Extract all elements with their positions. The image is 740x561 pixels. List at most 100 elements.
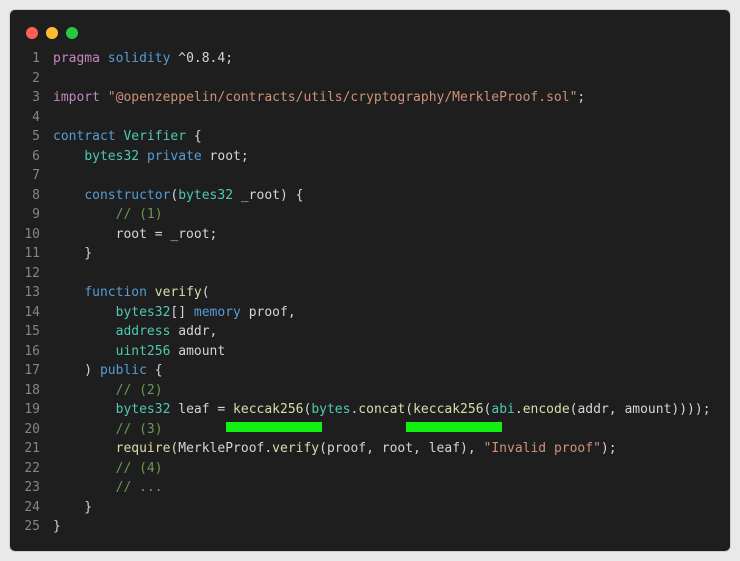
code-line: 21 require(MerkleProof.verify(proof, roo…: [10, 439, 730, 459]
code-token: _root) {: [233, 187, 304, 203]
code-text: address addr,: [53, 322, 218, 342]
code-text: // (1): [53, 205, 163, 225]
code-line: 4: [10, 108, 730, 128]
code-token: // (2): [115, 382, 163, 398]
code-window: 1 pragma solidity ^0.8.4; 2 3 import "@openz…: [10, 10, 730, 551]
code-token: addr,: [170, 324, 218, 339]
code-line: 12: [10, 264, 730, 284]
code-token: (: [405, 402, 414, 417]
code-token: bytes32: [178, 187, 234, 203]
line-number: 24: [24, 499, 40, 515]
code-text: // (4): [53, 459, 163, 479]
code-text: }: [53, 244, 92, 264]
code-line: 11 }: [10, 244, 730, 264]
code-token: memory: [193, 304, 241, 320]
line-number: 17: [24, 363, 40, 378]
code-token: }: [53, 519, 61, 534]
code-token: bytes: [311, 402, 351, 417]
window-controls: [26, 27, 78, 39]
code-token: address: [115, 324, 171, 339]
code-text: function verify(: [53, 283, 210, 303]
line-number: 13: [24, 285, 40, 300]
code-line: 18 // (2): [10, 381, 730, 401]
code-token: function: [84, 285, 147, 300]
line-number: 3: [32, 90, 40, 105]
code-text: // (3): [53, 420, 163, 440]
code-token: constructor: [84, 187, 171, 203]
line-number: 14: [24, 304, 40, 320]
code-text: // ...: [53, 478, 163, 498]
code-token: contract: [53, 129, 116, 144]
line-number: 2: [32, 70, 40, 86]
code-token: solidity: [107, 51, 171, 66]
code-editor[interactable]: 1 pragma solidity ^0.8.4; 2 3 import "@openz…: [10, 49, 730, 537]
code-text: uint256 amount: [53, 342, 226, 362]
line-number: 7: [32, 168, 40, 183]
highlight-marker: [226, 421, 323, 432]
close-button[interactable]: [26, 27, 38, 39]
code-token: bytes32: [84, 148, 140, 164]
code-line: 20 // (3): [10, 420, 730, 440]
minimize-button[interactable]: [46, 27, 58, 39]
line-number: 20: [24, 421, 40, 437]
code-line: 7: [10, 166, 730, 186]
line-number: 15: [24, 324, 40, 339]
code-line: 6 bytes32 private root;: [10, 147, 730, 167]
code-token: leaf =: [170, 402, 234, 417]
code-line: 14 bytes32[] memory proof,: [10, 303, 730, 323]
code-line: 10 root = _root;: [10, 225, 730, 245]
code-token: import: [53, 90, 100, 105]
code-text: bytes32 leaf = keccak256(bytes.concat(ke…: [53, 400, 711, 420]
code-token: root = _root;: [53, 226, 218, 242]
line-number: 5: [32, 129, 40, 144]
zoom-button[interactable]: [66, 27, 78, 39]
code-token: root;: [201, 148, 249, 164]
code-line: 15 address addr,: [10, 322, 730, 342]
code-line: 9 // (1): [10, 205, 730, 225]
code-token: "Invalid proof": [483, 441, 601, 456]
code-token: Verifier: [123, 129, 187, 144]
code-token: verify: [154, 285, 202, 300]
code-token: bytes32: [115, 402, 171, 417]
code-token: keccak256: [233, 402, 304, 417]
code-token: {: [186, 129, 202, 144]
code-token: abi: [491, 402, 515, 417]
code-line: 5 contract Verifier {: [10, 127, 730, 147]
line-number: 6: [32, 148, 40, 164]
line-number: 18: [24, 382, 40, 398]
code-token: );: [600, 441, 617, 456]
code-token: uint256: [115, 343, 171, 359]
code-token: // (3): [115, 421, 163, 437]
code-token: "@openzeppelin/contracts/utils/cryptogra…: [107, 90, 578, 105]
code-line: 2: [10, 69, 730, 89]
code-text: import "@openzeppelin/contracts/utils/cr…: [53, 88, 585, 108]
code-line: 3 import "@openzeppelin/contracts/utils/c…: [10, 88, 730, 108]
line-number: 19: [24, 402, 40, 417]
code-token: // ...: [115, 480, 163, 495]
line-number: 12: [24, 265, 40, 281]
code-text: constructor(bytes32 _root) {: [53, 186, 303, 206]
code-token: proof,: [240, 304, 296, 320]
code-token: (: [201, 285, 210, 300]
code-token: }: [53, 499, 93, 515]
code-text: root = _root;: [53, 225, 218, 245]
code-text: contract Verifier {: [53, 127, 202, 147]
code-token: concat: [358, 402, 406, 417]
line-number: 8: [32, 187, 40, 203]
line-number: 22: [24, 460, 40, 476]
code-text: // (2): [53, 381, 163, 401]
code-token: {: [146, 363, 163, 378]
code-token: ^0.8.4;: [170, 51, 234, 66]
code-line: 17 ) public {: [10, 361, 730, 381]
code-line: 22 // (4): [10, 459, 730, 479]
